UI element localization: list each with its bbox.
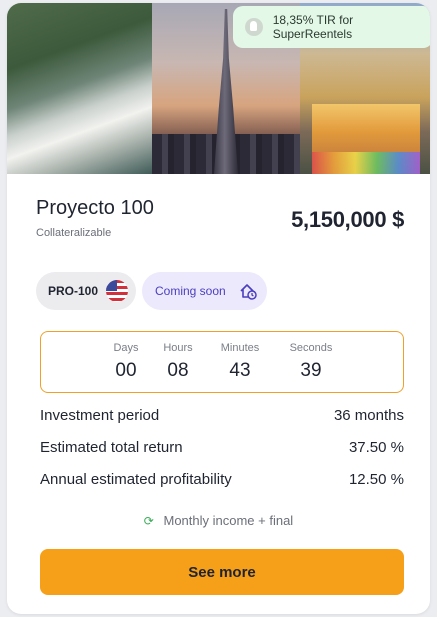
recycle-icon: ⟳ <box>143 514 154 528</box>
project-card[interactable]: 18,35% TIR for SuperReentels Proyecto 10… <box>7 3 430 614</box>
countdown-hours: Hours 08 <box>163 342 193 381</box>
project-subtitle: Collateralizable <box>36 227 112 239</box>
countdown-timer: Days 00 Hours 08 Minutes 43 Seconds 39 <box>40 331 404 393</box>
see-more-button[interactable]: See more <box>40 549 404 595</box>
detail-value: 37.50 % <box>348 439 404 456</box>
us-flag-icon <box>106 280 128 302</box>
house-clock-icon <box>240 284 257 300</box>
project-code-tag: PRO-100 <box>36 272 136 310</box>
tir-badge-text: 18,35% TIR for SuperReentels <box>272 13 354 41</box>
status-text: Coming soon <box>155 284 226 298</box>
detail-label: Estimated total return <box>40 439 183 456</box>
detail-row-total-return: Estimated total return 37.50 % <box>40 439 404 456</box>
countdown-days: Days 00 <box>113 342 139 381</box>
countdown-seconds: Seconds 39 <box>289 342 333 381</box>
detail-row-investment-period: Investment period 36 months <box>40 407 404 424</box>
income-text: Monthly income + final <box>163 513 294 528</box>
detail-value: 36 months <box>333 407 404 424</box>
project-code-text: PRO-100 <box>48 284 99 298</box>
status-tag: Coming soon <box>142 272 267 310</box>
detail-row-annual-profitability: Annual estimated profitability 12.50 % <box>40 471 404 488</box>
detail-label: Investment period <box>40 407 160 424</box>
countdown-minutes: Minutes 43 <box>220 342 260 381</box>
tir-badge: 18,35% TIR for SuperReentels <box>233 6 430 48</box>
detail-label: Annual estimated profitability <box>40 471 232 488</box>
project-amount: 5,150,000 $ <box>291 207 404 232</box>
project-title: Proyecto 100 <box>36 197 154 219</box>
coin-icon <box>245 18 263 36</box>
income-note: ⟳ Monthly income + final <box>7 513 430 528</box>
detail-value: 12.50 % <box>348 471 404 488</box>
coast-photo <box>7 3 152 174</box>
